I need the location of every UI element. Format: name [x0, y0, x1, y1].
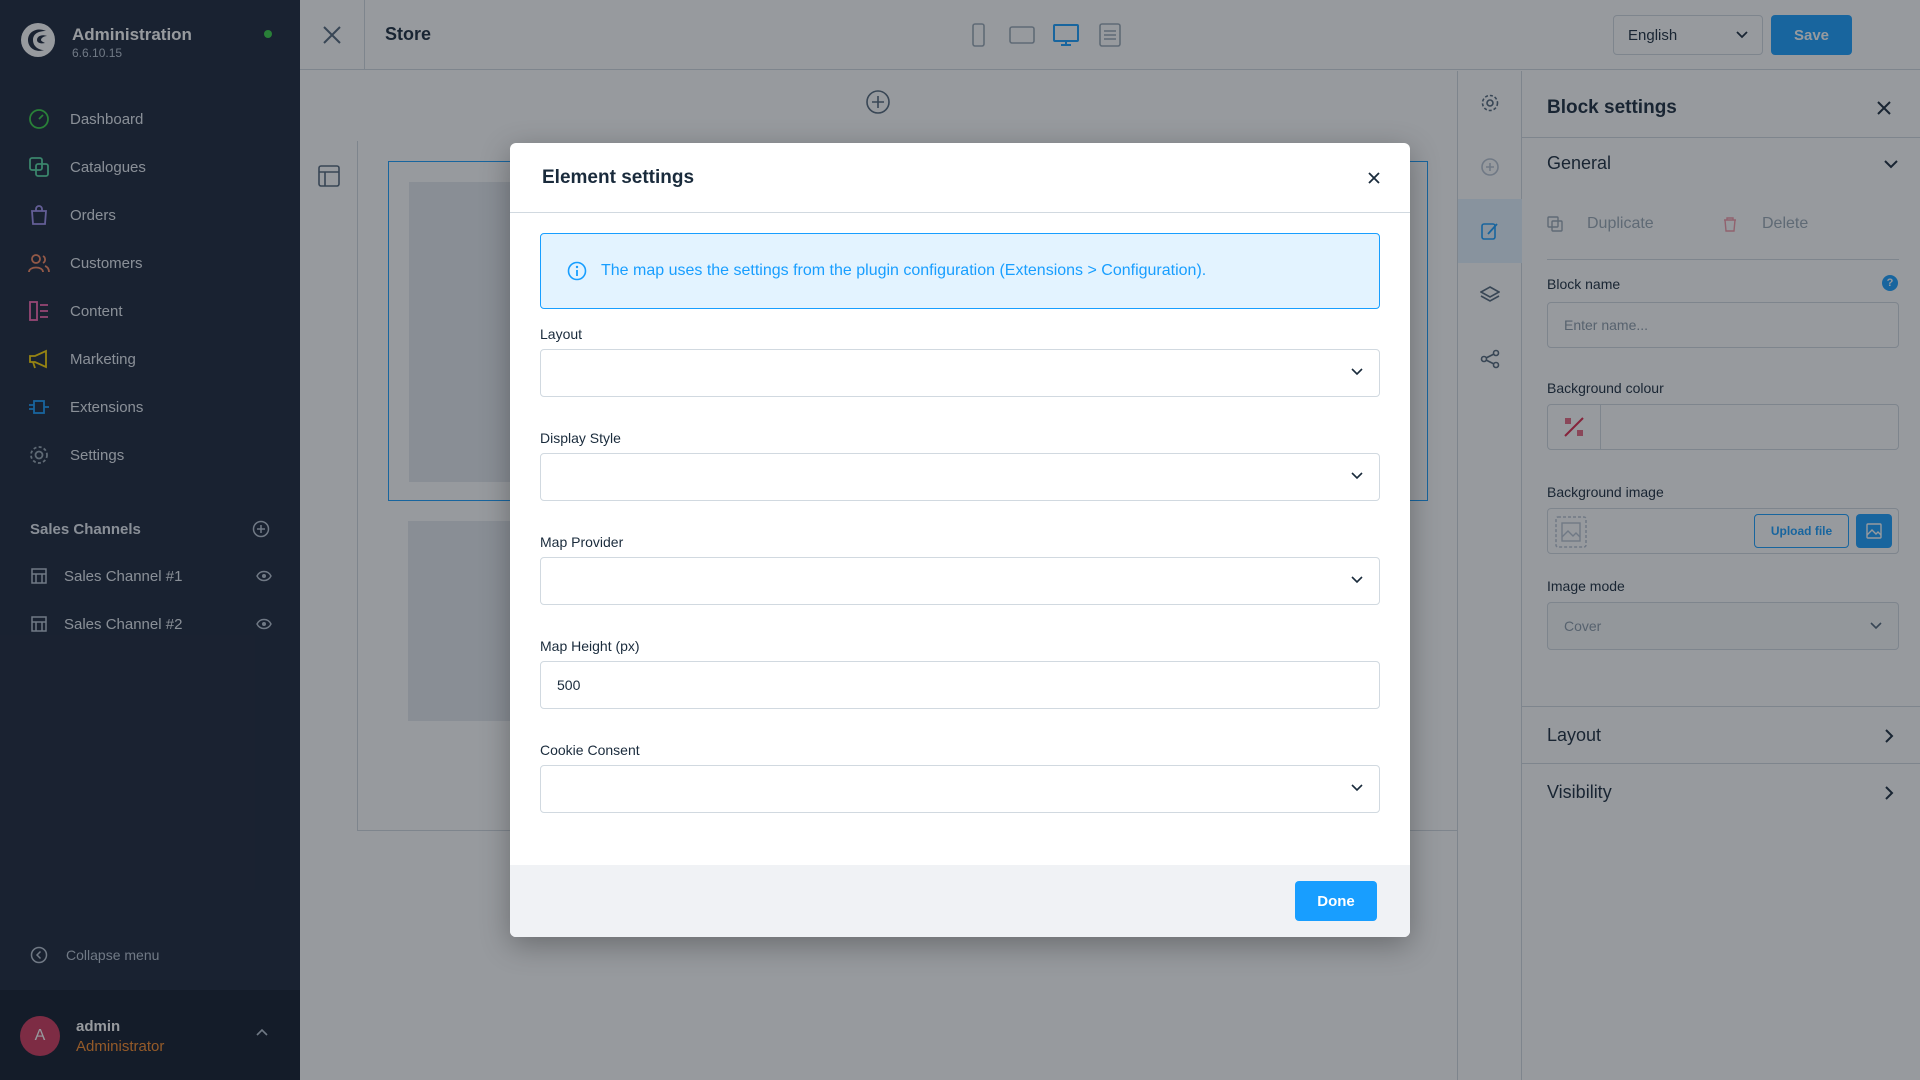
modal-header: Element settings: [510, 143, 1410, 213]
map-height-label: Map Height (px): [540, 638, 640, 654]
close-icon[interactable]: [1368, 172, 1380, 184]
modal-footer: Done: [510, 865, 1410, 937]
info-alert: The map uses the settings from the plugi…: [540, 233, 1380, 309]
map-provider-select[interactable]: [540, 557, 1380, 605]
map-height-input[interactable]: 500: [540, 661, 1380, 709]
cookie-consent-label: Cookie Consent: [540, 742, 640, 758]
chevron-down-icon: [1351, 472, 1363, 480]
element-settings-modal: Element settings The map uses the settin…: [510, 143, 1410, 937]
layout-label: Layout: [540, 326, 583, 342]
info-icon: [567, 261, 587, 281]
layout-select[interactable]: [540, 349, 1380, 397]
cookie-consent-select[interactable]: [540, 765, 1380, 813]
map-provider-label: Map Provider: [540, 534, 624, 550]
display-style-label: Display Style: [540, 430, 621, 446]
info-text: The map uses the settings from the plugi…: [601, 262, 1207, 279]
modal-title: Element settings: [542, 167, 695, 188]
done-button[interactable]: Done: [1295, 881, 1377, 921]
display-style-select[interactable]: [540, 453, 1380, 501]
chevron-down-icon: [1351, 784, 1363, 792]
chevron-down-icon: [1351, 576, 1363, 584]
chevron-down-icon: [1351, 368, 1363, 376]
